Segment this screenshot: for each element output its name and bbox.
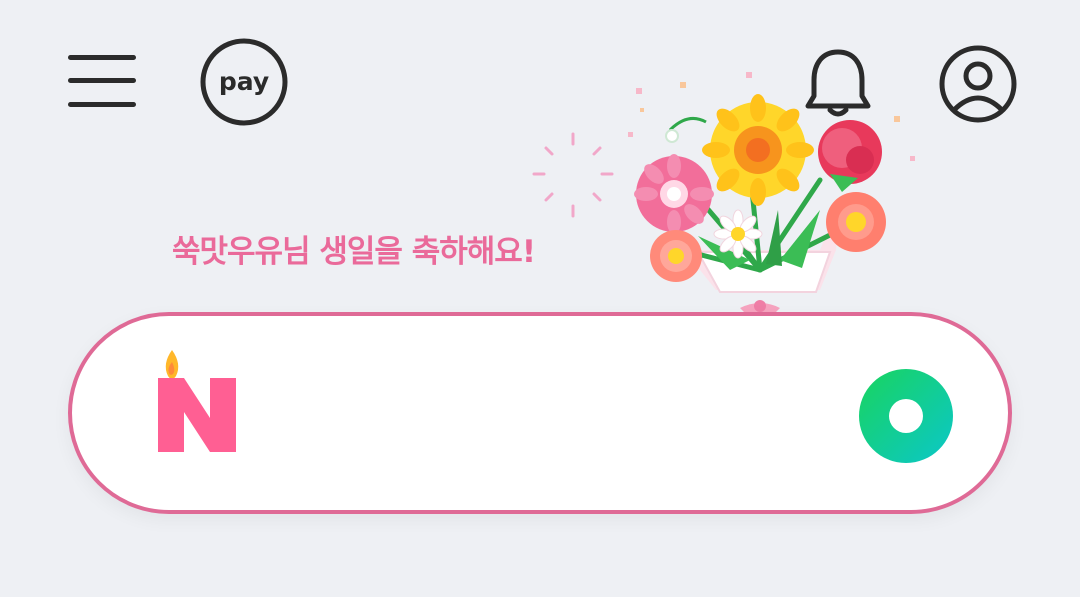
naver-birthday-logo-icon[interactable] (154, 346, 244, 458)
flower-bouquet-icon (520, 60, 940, 322)
search-action-button[interactable] (856, 366, 956, 466)
pay-icon: pay (200, 38, 288, 126)
profile-button[interactable] (932, 38, 1024, 130)
green-ring-button-icon (859, 369, 953, 463)
pay-button[interactable]: pay (196, 34, 292, 130)
hamburger-menu-icon (68, 55, 136, 107)
birthday-greeting: 쑥맛우유님 생일을 축하해요! (172, 234, 536, 270)
pay-label: pay (219, 67, 269, 96)
search-input[interactable] (262, 366, 826, 468)
menu-button[interactable] (58, 40, 146, 122)
user-profile-icon (939, 45, 1017, 123)
search-bar (68, 312, 1012, 514)
